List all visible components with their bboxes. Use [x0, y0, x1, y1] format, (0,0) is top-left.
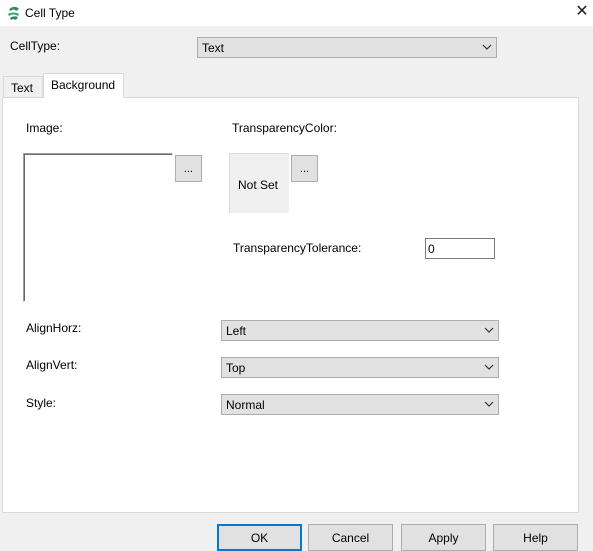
tab-background-label: Background: [51, 78, 116, 92]
celltype-value: Text: [202, 41, 225, 55]
align-vert-label: AlignVert:: [26, 358, 78, 372]
align-vert-dropdown[interactable]: Top: [221, 357, 499, 378]
cancel-button[interactable]: Cancel: [308, 524, 393, 551]
style-label: Style:: [26, 396, 57, 410]
close-icon: ✕: [575, 3, 589, 20]
style-dropdown[interactable]: Normal: [221, 394, 499, 415]
style-value: Normal: [226, 398, 265, 412]
transparency-color-swatch[interactable]: Not Set: [229, 153, 289, 213]
align-horz-value: Left: [226, 324, 247, 338]
celltype-label: CellType:: [10, 39, 61, 53]
chevron-down-icon: [482, 44, 492, 50]
tab-text[interactable]: Text: [3, 76, 43, 97]
image-browse-button[interactable]: ...: [175, 155, 202, 182]
close-button[interactable]: ✕: [571, 1, 593, 23]
help-button[interactable]: Help: [493, 524, 578, 551]
transparency-color-label: TransparencyColor:: [232, 121, 337, 135]
transparency-tolerance-field[interactable]: [426, 239, 494, 258]
image-preview: [23, 153, 173, 302]
image-label: Image:: [26, 121, 63, 135]
transparency-tolerance-input[interactable]: [425, 238, 495, 259]
tab-background[interactable]: Background: [43, 73, 124, 98]
transparency-color-value: Not Set: [238, 178, 279, 192]
tab-text-label: Text: [11, 81, 34, 95]
chevron-down-icon: [484, 401, 494, 407]
align-horz-label: AlignHorz:: [26, 321, 82, 335]
chevron-down-icon: [484, 364, 494, 370]
image-browse-label: ...: [183, 163, 194, 175]
title-bar: Cell Type ✕: [0, 0, 593, 26]
align-vert-value: Top: [226, 361, 246, 375]
app-logo-icon: [8, 6, 19, 20]
transparency-color-browse-button[interactable]: ...: [291, 155, 318, 182]
transparency-color-browse-label: ...: [299, 163, 310, 175]
celltype-dropdown[interactable]: Text: [197, 37, 497, 58]
ok-button[interactable]: OK: [217, 524, 302, 551]
apply-button[interactable]: Apply: [401, 524, 486, 551]
chevron-down-icon: [484, 327, 494, 333]
transparency-tolerance-label: TransparencyTolerance:: [233, 241, 362, 255]
window-title: Cell Type: [25, 6, 75, 20]
align-horz-dropdown[interactable]: Left: [221, 320, 499, 341]
